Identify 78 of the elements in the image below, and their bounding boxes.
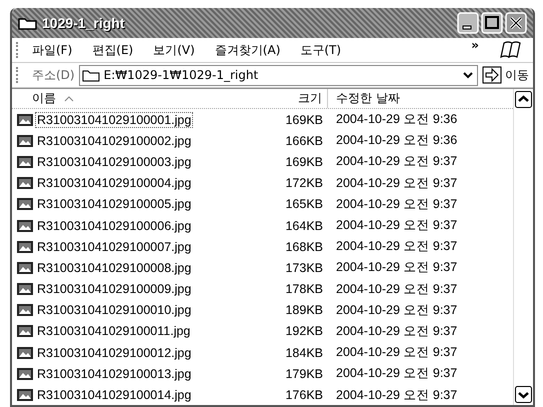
scroll-down-button[interactable] xyxy=(515,386,532,403)
menu-overflow-button[interactable]: » xyxy=(471,38,479,52)
modified-date: 2004-10-29 오전 9:37 xyxy=(335,153,458,170)
file-name[interactable]: R310031041029100002.jpg xyxy=(35,132,194,149)
file-size: 169KB xyxy=(284,112,324,127)
file-size: 189KB xyxy=(284,303,324,318)
column-header[interactable]: 이름 xyxy=(12,89,262,108)
sort-up-icon xyxy=(64,96,74,102)
menu-item[interactable]: 보기(V) xyxy=(153,42,195,58)
file-name[interactable]: R310031041029100001.jpg xyxy=(35,112,194,128)
file-size: 165KB xyxy=(284,197,324,212)
file-size: 192KB xyxy=(284,324,324,338)
menu-item[interactable]: 편집(E) xyxy=(92,42,134,58)
jpg-file-icon xyxy=(16,260,34,275)
modified-date: 2004-10-29 오전 9:37 xyxy=(335,217,458,234)
modified-date: 2004-10-29 오전 9:37 xyxy=(335,238,458,256)
file-size: 169KB xyxy=(284,154,324,169)
folder-icon xyxy=(82,68,100,82)
file-name[interactable]: R310031041029100010.jpg xyxy=(35,302,194,318)
jpg-file-icon xyxy=(16,134,34,148)
file-name[interactable]: R310031041029100012.jpg xyxy=(35,344,194,361)
close-button[interactable] xyxy=(505,12,527,34)
file-name[interactable]: R310031041029100014.jpg xyxy=(35,387,194,404)
jpg-file-icon xyxy=(16,388,34,402)
jpg-file-icon xyxy=(16,366,34,381)
maximize-button[interactable] xyxy=(481,12,503,34)
modified-date: 2004-10-29 오전 9:37 xyxy=(335,259,458,276)
menu-item[interactable]: 도구(T) xyxy=(300,42,342,58)
file-size: 168KB xyxy=(284,240,324,254)
modified-date: 2004-10-29 오전 9:37 xyxy=(335,386,458,404)
file-name[interactable]: R310031041029100003.jpg xyxy=(35,154,194,170)
jpg-file-icon xyxy=(16,218,34,233)
jpg-file-icon xyxy=(16,154,34,169)
jpg-file-icon xyxy=(16,303,34,318)
jpg-file-icon xyxy=(16,176,34,190)
modified-date: 2004-10-29 오전 9:37 xyxy=(335,174,458,192)
file-size: 166KB xyxy=(284,134,324,148)
modified-date: 2004-10-29 오전 9:37 xyxy=(335,344,458,362)
modified-date: 2004-10-29 오전 9:37 xyxy=(335,280,458,298)
modified-date: 2004-10-29 오전 9:37 xyxy=(335,196,458,213)
folder-icon xyxy=(18,16,38,30)
file-name[interactable]: R310031041029100006.jpg xyxy=(35,218,194,234)
jpg-file-icon xyxy=(16,346,34,360)
jpg-file-icon xyxy=(16,112,34,127)
file-name[interactable]: R310031041029100004.jpg xyxy=(35,175,194,192)
modified-date: 2004-10-29 오전 9:36 xyxy=(335,111,458,128)
file-name[interactable]: R310031041029100007.jpg xyxy=(35,238,194,255)
address-label: 주소(D) xyxy=(32,66,75,84)
file-size: 173KB xyxy=(284,260,324,275)
address-field[interactable]: E:₩1029-1₩1029-1_right xyxy=(78,64,478,86)
file-size: 164KB xyxy=(284,218,324,233)
file-size: 178KB xyxy=(284,282,324,296)
scrollbar[interactable] xyxy=(513,89,533,405)
menu-item[interactable]: 파일(F) xyxy=(32,42,72,58)
minimize-button[interactable] xyxy=(457,12,479,34)
file-size: 184KB xyxy=(284,346,324,360)
file-name[interactable]: R310031041029100008.jpg xyxy=(35,260,194,276)
file-name[interactable]: R310031041029100013.jpg xyxy=(35,366,194,382)
file-size: 179KB xyxy=(284,366,324,381)
modified-date: 2004-10-29 오전 9:36 xyxy=(335,132,458,150)
jpg-file-icon xyxy=(16,282,34,296)
window-title: 1029-1_right xyxy=(42,15,124,31)
menu-item[interactable]: 즐겨찾기(A) xyxy=(214,42,280,58)
file-size: 172KB xyxy=(284,176,324,190)
go-button[interactable]: 이동 xyxy=(478,66,533,84)
file-name[interactable]: R310031041029100009.jpg xyxy=(35,281,194,298)
column-header[interactable]: 수정한 날짜 xyxy=(328,89,400,108)
modified-date: 2004-10-29 오전 9:37 xyxy=(335,365,458,382)
modified-date: 2004-10-29 오전 9:37 xyxy=(335,302,458,319)
file-name[interactable]: R310031041029100011.jpg xyxy=(35,323,192,340)
jpg-file-icon xyxy=(16,324,34,338)
jpg-file-icon xyxy=(16,240,34,254)
scroll-up-button[interactable] xyxy=(515,91,532,108)
file-size: 176KB xyxy=(284,388,324,402)
file-name[interactable]: R310031041029100005.jpg xyxy=(35,196,194,212)
modified-date: 2004-10-29 오전 9:37 xyxy=(335,322,458,340)
jpg-file-icon xyxy=(16,197,34,212)
column-header[interactable]: 크기 xyxy=(262,89,328,108)
